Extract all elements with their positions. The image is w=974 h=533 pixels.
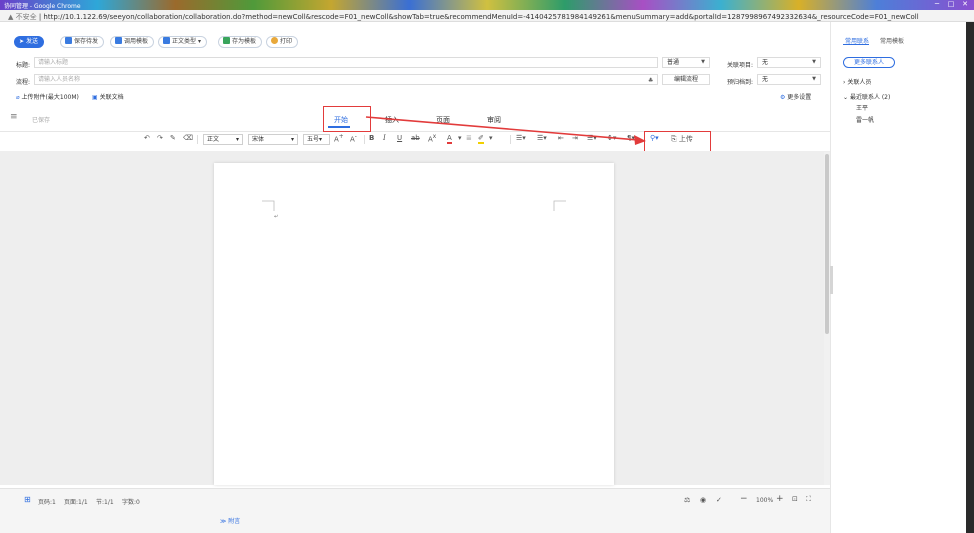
contact-item[interactable]: 王平 (856, 103, 868, 112)
page-number: 页码:1 (38, 499, 56, 506)
layout-icon[interactable]: ⊞ (24, 495, 31, 504)
attachment-strip: ≫ 附言 (0, 510, 830, 533)
zoom-out-button[interactable]: − (740, 494, 748, 504)
document-page[interactable]: ↵ (214, 163, 614, 485)
status-bar: ⊞ 页码:1 页面:1/1 节:1/1 字数:0 ⚖ ◉ ✓ − 100% + … (0, 488, 830, 510)
spellcheck-icon[interactable]: ⚖ (684, 496, 690, 504)
arrow-head (634, 135, 646, 145)
zoom-level: 100% (756, 497, 774, 504)
margin-mark-right (553, 200, 566, 211)
page-count: 页面:1/1 (64, 499, 88, 506)
word-count: 字数:0 (122, 499, 140, 506)
scrollbar-thumb[interactable] (825, 154, 829, 334)
page-margin-marks: ↵ (262, 200, 566, 220)
active-tab-indicator (843, 44, 869, 45)
fullscreen-icon[interactable]: ⛶ (806, 495, 811, 504)
protect-icon[interactable]: ✓ (716, 496, 722, 504)
margin-mark-left (262, 200, 275, 211)
tab-frequent-templates[interactable]: 常用模板 (880, 36, 904, 45)
contact-item[interactable]: 雷一帆 (856, 115, 874, 124)
vertical-scrollbar[interactable] (824, 152, 830, 485)
section-count: 节:1/1 (96, 499, 114, 506)
attachment-toggle[interactable]: ≫ 附言 (220, 516, 240, 525)
zoom-in-button[interactable]: + (776, 494, 784, 504)
related-people-item[interactable]: › 关联人员 (843, 77, 871, 86)
panel-splitter[interactable] (830, 266, 833, 294)
chevron-double-down-icon: ≫ (220, 518, 229, 525)
more-contacts-button[interactable]: 更多联系人 (843, 57, 895, 68)
chevron-down-icon: ⌄ (843, 94, 850, 101)
related-people-label: 关联人员 (847, 79, 872, 86)
fit-page-icon[interactable]: ⊡ (792, 495, 798, 503)
paragraph-mark: ↵ (274, 214, 278, 220)
attachment-label: 附言 (228, 518, 241, 525)
recent-contacts-label: 最近联系人 (2) (849, 94, 891, 101)
recent-contacts-item[interactable]: ⌄ 最近联系人 (2) (843, 92, 890, 101)
view-icon[interactable]: ◉ (700, 496, 706, 504)
arrow-line (365, 116, 639, 141)
